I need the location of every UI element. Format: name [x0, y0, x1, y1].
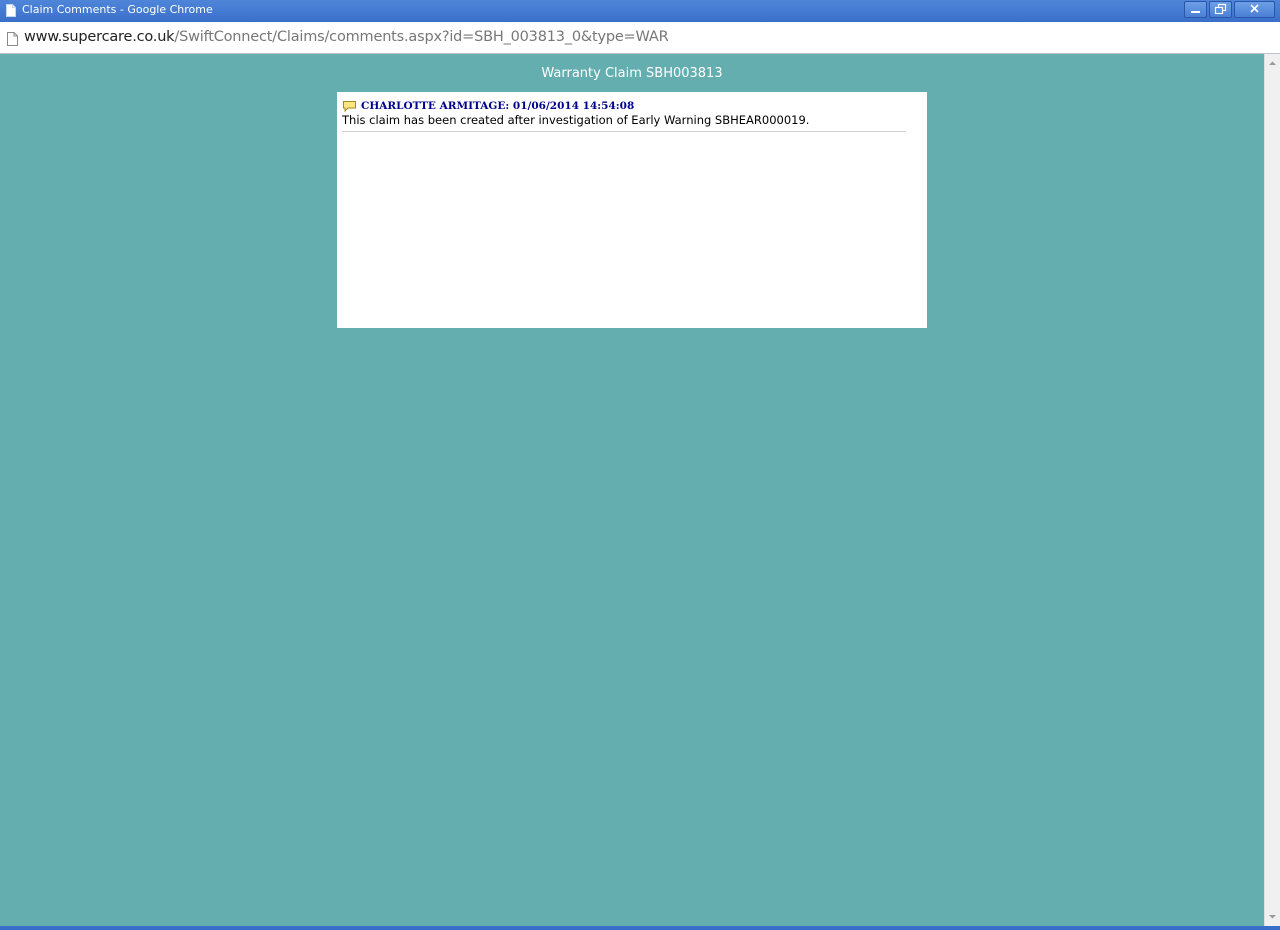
restore-icon — [1214, 3, 1227, 15]
scroll-down-arrow-icon[interactable] — [1265, 909, 1280, 924]
close-button[interactable] — [1234, 1, 1275, 18]
page-title: Warranty Claim SBH003813 — [541, 66, 723, 81]
scroll-up-arrow-icon[interactable] — [1265, 56, 1280, 71]
minimize-icon — [1191, 11, 1200, 13]
comment-header: CHARLOTTE ARMITAGE: 01/06/2014 14:54:08 — [342, 99, 906, 113]
comment-author: CHARLOTTE ARMITAGE: 01/06/2014 14:54:08 — [361, 100, 635, 112]
comment-item: CHARLOTTE ARMITAGE: 01/06/2014 14:54:08 … — [342, 99, 906, 132]
minimize-button[interactable] — [1184, 1, 1207, 18]
page-icon — [7, 32, 18, 46]
window-titlebar: Claim Comments - Google Chrome — [0, 0, 1280, 22]
window-bottom-border — [0, 926, 1280, 930]
url-text[interactable]: www.supercare.co.uk/SwiftConnect/Claims/… — [24, 29, 669, 45]
page-icon — [6, 4, 16, 17]
comment-bubble-icon — [343, 101, 356, 112]
restore-button[interactable] — [1209, 1, 1232, 18]
comment-text: This claim has been created after invest… — [342, 113, 810, 127]
window-title: Claim Comments - Google Chrome — [22, 3, 213, 16]
url-host: www.supercare.co.uk — [24, 29, 175, 45]
address-bar[interactable]: www.supercare.co.uk/SwiftConnect/Claims/… — [0, 22, 1280, 54]
page-content: Warranty Claim SBH003813 CHARLOTTE ARMIT… — [0, 54, 1264, 926]
vertical-scrollbar[interactable] — [1264, 54, 1280, 926]
comments-panel: CHARLOTTE ARMITAGE: 01/06/2014 14:54:08 … — [337, 92, 927, 328]
close-icon — [1250, 4, 1259, 13]
url-path: /SwiftConnect/Claims/comments.aspx?id=SB… — [174, 29, 669, 45]
